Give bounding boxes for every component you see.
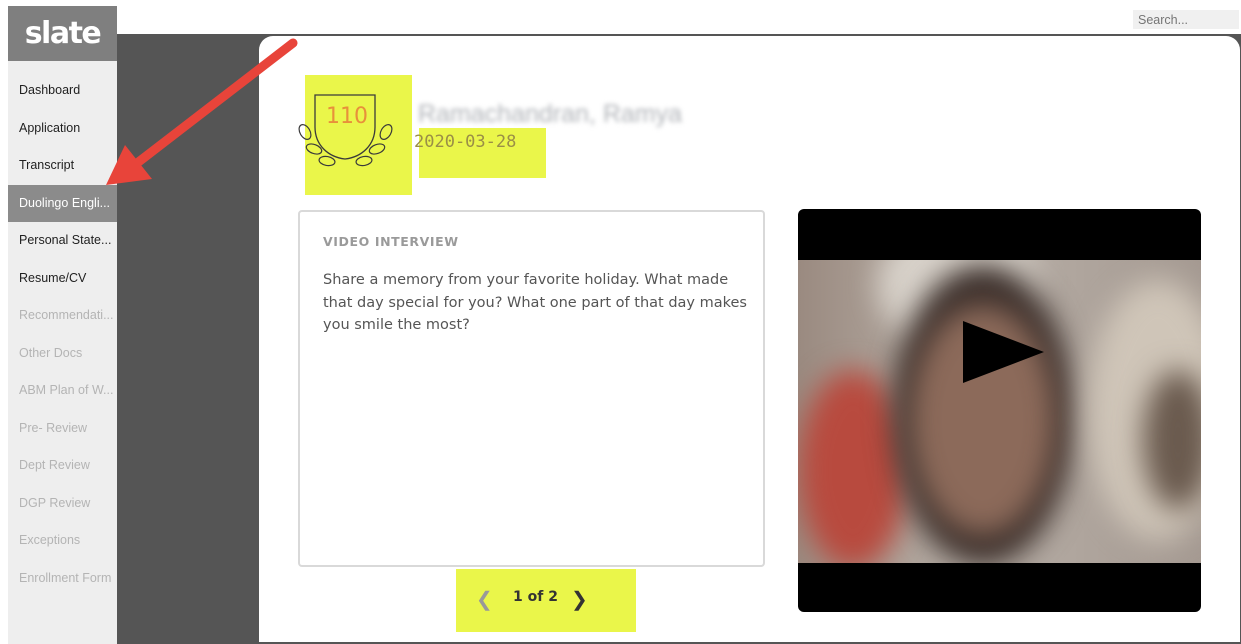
score-badge-icon xyxy=(298,94,393,167)
video-interview-question: Share a memory from your favorite holida… xyxy=(323,272,747,333)
page: slate Dashboard Application Transcript D… xyxy=(0,0,1241,644)
sidebar-item-other-docs: Other Docs xyxy=(19,345,83,360)
search-input[interactable] xyxy=(1133,10,1239,29)
sidebar-nav: Dashboard Application Transcript Duoling… xyxy=(8,72,117,597)
sidebar-item-abm-plan: ABM Plan of W... xyxy=(19,383,114,397)
play-icon[interactable] xyxy=(963,321,1044,383)
video-interview-panel: VIDEO INTERVIEW Share a memory from your… xyxy=(298,210,765,567)
video-interview-title: VIDEO INTERVIEW xyxy=(323,234,459,249)
sidebar-item-recommendations: Recommendati... xyxy=(19,308,114,322)
sidebar-item-pre-review: Pre- Review xyxy=(19,420,88,435)
video-player[interactable] xyxy=(798,209,1201,612)
test-date: 2020-03-28 xyxy=(414,132,517,152)
sidebar-item-duolingo-english[interactable]: Duolingo Engli... xyxy=(8,184,117,222)
sidebar-item-application[interactable]: Application xyxy=(8,110,117,148)
sidebar-item-exceptions: Exceptions xyxy=(19,533,81,547)
video-frame xyxy=(798,260,1201,563)
sidebar-item-resume-cv[interactable]: Resume/CV xyxy=(8,260,117,298)
duolingo-score: 110 xyxy=(326,104,368,129)
sidebar-item-dgp-review: DGP Review xyxy=(19,495,91,510)
chevron-left-icon[interactable]: ❮ xyxy=(476,587,493,612)
sidebar-item-transcript[interactable]: Transcript xyxy=(8,147,117,185)
sidebar-item-dept-review: Dept Review xyxy=(19,458,90,472)
applicant-name: Ramachandran, Ramya xyxy=(418,100,683,128)
sidebar-item-enrollment-form: Enrollment Form xyxy=(19,570,112,585)
sidebar-item-personal-statement[interactable]: Personal State... xyxy=(8,222,117,260)
sidebar-item-dashboard[interactable]: Dashboard xyxy=(8,72,117,110)
sidebar: slate Dashboard Application Transcript D… xyxy=(8,6,117,644)
slate-logo[interactable]: slate xyxy=(8,6,117,61)
pager-label: 1 of 2 xyxy=(513,589,558,605)
chevron-right-icon[interactable]: ❯ xyxy=(571,587,588,612)
